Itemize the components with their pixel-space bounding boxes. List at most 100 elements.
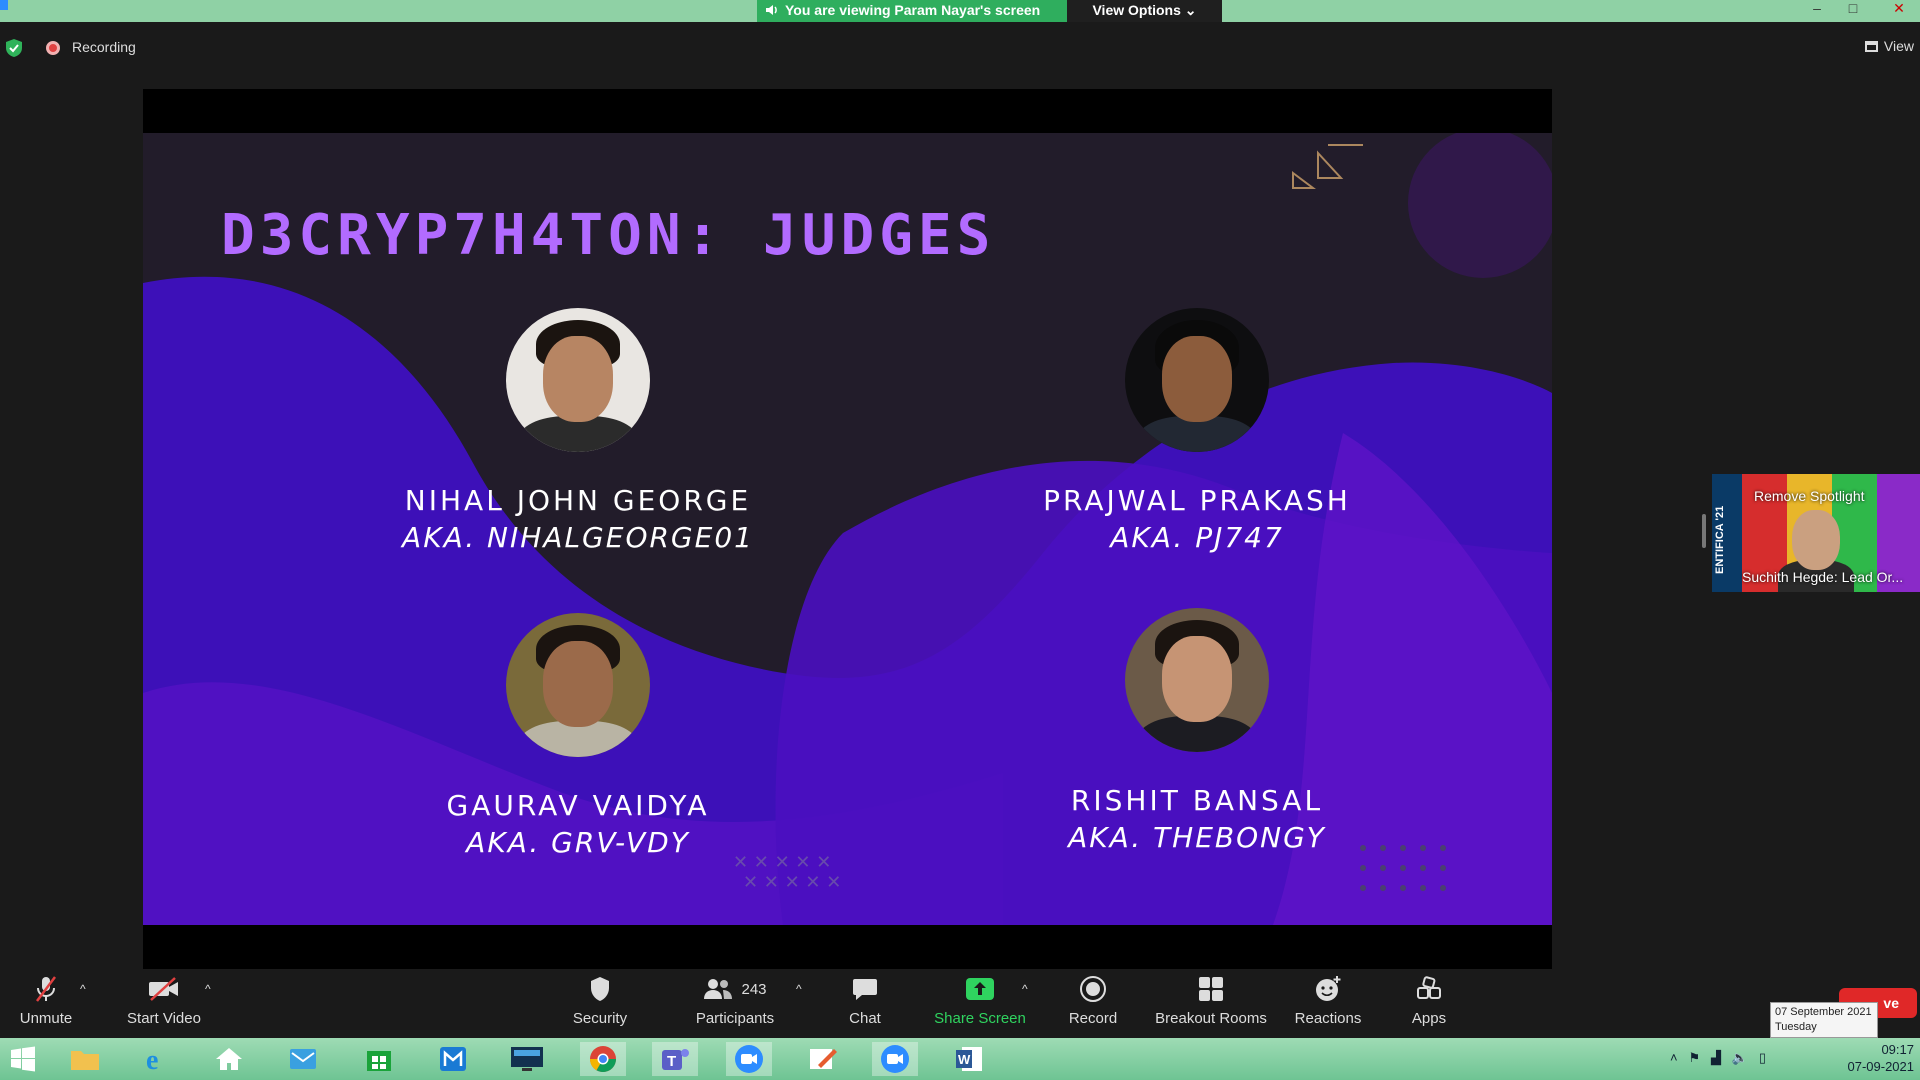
- spotlight-video-tile[interactable]: ENTIFICA '21 Remove Spotlight Suchith He…: [1712, 474, 1920, 592]
- judge-photo-face: [543, 336, 613, 422]
- shield-icon: [591, 977, 609, 1001]
- shield-check-icon[interactable]: [6, 39, 22, 57]
- taskbar-home[interactable]: [206, 1042, 252, 1076]
- participant-count: 243: [741, 980, 767, 998]
- judge-photo-face: [1162, 336, 1232, 422]
- share-screen-button[interactable]: Share Screen: [932, 972, 1028, 1038]
- breakout-rooms-icon: [1199, 977, 1223, 1001]
- minimize-icon: –: [1813, 0, 1821, 16]
- chat-button[interactable]: Chat: [840, 972, 890, 1038]
- taskbar-screen-app[interactable]: [504, 1042, 550, 1076]
- recording-icon: [46, 41, 60, 55]
- taskbar-internet-explorer[interactable]: e: [134, 1042, 180, 1076]
- apps-label: Apps: [1411, 1010, 1447, 1027]
- store-icon: [367, 1051, 391, 1071]
- record-icon: [1080, 976, 1106, 1002]
- taskbar-teams[interactable]: T: [652, 1042, 698, 1076]
- flag-icon[interactable]: ⚑: [1688, 1050, 1700, 1065]
- participants-icon: [704, 979, 733, 999]
- judge-photo: [506, 613, 650, 757]
- battery-icon[interactable]: ▯: [1759, 1050, 1766, 1065]
- zoom-app-icon: [0, 0, 8, 10]
- svg-text:✕ ✕ ✕ ✕ ✕: ✕ ✕ ✕ ✕ ✕: [743, 872, 841, 893]
- judge-alias: AKA. GRV-VDY: [466, 826, 690, 859]
- start-video-label: Start Video: [127, 1010, 201, 1027]
- grid-view-icon: [1864, 40, 1878, 52]
- record-button[interactable]: Record: [1062, 972, 1124, 1038]
- breakout-rooms-label: Breakout Rooms: [1155, 1010, 1267, 1027]
- apps-button[interactable]: Apps: [1404, 972, 1454, 1038]
- teams-icon: T: [662, 1049, 689, 1070]
- share-options-caret-icon[interactable]: ^: [1022, 982, 1028, 996]
- start-button[interactable]: [0, 1042, 46, 1076]
- unmute-label: Unmute: [19, 1010, 73, 1027]
- judge-name: NIHAL JOHN GEORGE: [404, 484, 752, 517]
- share-screen-label: Share Screen: [934, 1010, 1026, 1027]
- windows-taskbar: e T W ˄ ⚑ ▟ 🔈 ▯ 09:17 07-09-2021: [0, 1038, 1920, 1080]
- audio-options-caret-icon[interactable]: ^: [80, 982, 86, 996]
- reactions-button[interactable]: Reactions: [1292, 972, 1364, 1038]
- presentation-slide: ✕ ✕ ✕ ✕ ✕ ✕ ✕ ✕ ✕ ✕ D3CRYP7H4TON: JUDGES…: [143, 133, 1552, 925]
- panel-resize-handle[interactable]: [1702, 514, 1706, 548]
- record-label: Record: [1068, 1010, 1118, 1027]
- taskbar-whiteboard[interactable]: [800, 1042, 846, 1076]
- chrome-icon: [589, 1046, 617, 1073]
- volume-icon[interactable]: 🔈: [1732, 1050, 1748, 1065]
- internet-explorer-icon: e: [146, 1045, 158, 1074]
- view-options-label: View Options: [1092, 2, 1181, 18]
- folder-icon: [71, 1051, 99, 1070]
- judge-photo-face: [1162, 636, 1232, 722]
- tooltip-day: Tuesday: [1775, 1021, 1817, 1033]
- signal-icon[interactable]: ▟: [1711, 1050, 1721, 1065]
- chevron-down-icon: ⌄: [1184, 2, 1197, 18]
- judge-name: PRAJWAL PRAKASH: [1043, 484, 1351, 517]
- participant-face: [1792, 510, 1840, 570]
- video-options-caret-icon[interactable]: ^: [205, 982, 211, 996]
- security-button[interactable]: Security: [565, 972, 635, 1038]
- view-options-button[interactable]: View Options ⌄: [1067, 0, 1222, 22]
- home-icon: [216, 1048, 242, 1070]
- svg-text:e: e: [146, 1045, 158, 1074]
- minimize-button[interactable]: –: [1802, 0, 1832, 18]
- recording-label: Recording: [72, 39, 136, 55]
- remove-spotlight-button[interactable]: Remove Spotlight: [1754, 488, 1865, 504]
- taskbar-zoom[interactable]: [726, 1042, 772, 1076]
- judge-alias: AKA. PJ747: [1110, 521, 1284, 554]
- judge-alias: AKA. NIHALGEORGE01: [402, 521, 754, 554]
- tooltip-date: 07 September 2021: [1775, 1006, 1872, 1018]
- breakout-rooms-button[interactable]: Breakout Rooms: [1152, 972, 1270, 1038]
- judge-card: RISHIT BANSAL AKA. THEBONGY: [997, 608, 1397, 854]
- taskbar-word[interactable]: W: [946, 1042, 992, 1076]
- taskbar-store[interactable]: [356, 1042, 402, 1076]
- windows-logo-icon: [11, 1046, 35, 1072]
- taskbar-clock[interactable]: 09:17 07-09-2021: [1848, 1041, 1915, 1075]
- video-off-icon: [149, 977, 178, 1001]
- monitor-app-icon: [511, 1047, 543, 1071]
- chat-icon: [853, 979, 877, 1000]
- system-tray[interactable]: ˄ ⚑ ▟ 🔈 ▯: [1670, 1050, 1766, 1066]
- judge-photo: [1125, 608, 1269, 752]
- tray-expand-icon[interactable]: ˄: [1670, 1050, 1678, 1065]
- chat-label: Chat: [849, 1010, 881, 1027]
- taskbar-file-explorer[interactable]: [62, 1042, 108, 1076]
- date-tooltip: 07 September 2021 Tuesday: [1770, 1002, 1878, 1038]
- taskbar-chrome[interactable]: [580, 1042, 626, 1076]
- judge-card: NIHAL JOHN GEORGE AKA. NIHALGEORGE01: [378, 308, 778, 554]
- close-window-button[interactable]: ✕: [1884, 0, 1914, 18]
- taskbar-mail[interactable]: [280, 1042, 326, 1076]
- taskbar-zoom-meeting[interactable]: [872, 1042, 918, 1076]
- view-button[interactable]: View: [1864, 38, 1914, 54]
- banner-text: You are viewing Param Nayar's screen: [785, 2, 1041, 18]
- unmute-button[interactable]: Unmute: [12, 972, 80, 1038]
- maximize-button[interactable]: □: [1838, 0, 1868, 18]
- close-icon: ✕: [1893, 0, 1905, 16]
- start-video-button[interactable]: Start Video: [120, 972, 208, 1038]
- reactions-label: Reactions: [1294, 1010, 1362, 1027]
- participants-caret-icon[interactable]: ^: [796, 982, 802, 996]
- participants-button[interactable]: 243 Participants: [690, 972, 780, 1038]
- judge-name: RISHIT BANSAL: [1070, 784, 1324, 817]
- slide-title: D3CRYP7H4TON: JUDGES: [221, 203, 996, 268]
- judge-photo: [1125, 308, 1269, 452]
- maximize-icon: □: [1848, 0, 1858, 16]
- taskbar-app-m[interactable]: [430, 1042, 476, 1076]
